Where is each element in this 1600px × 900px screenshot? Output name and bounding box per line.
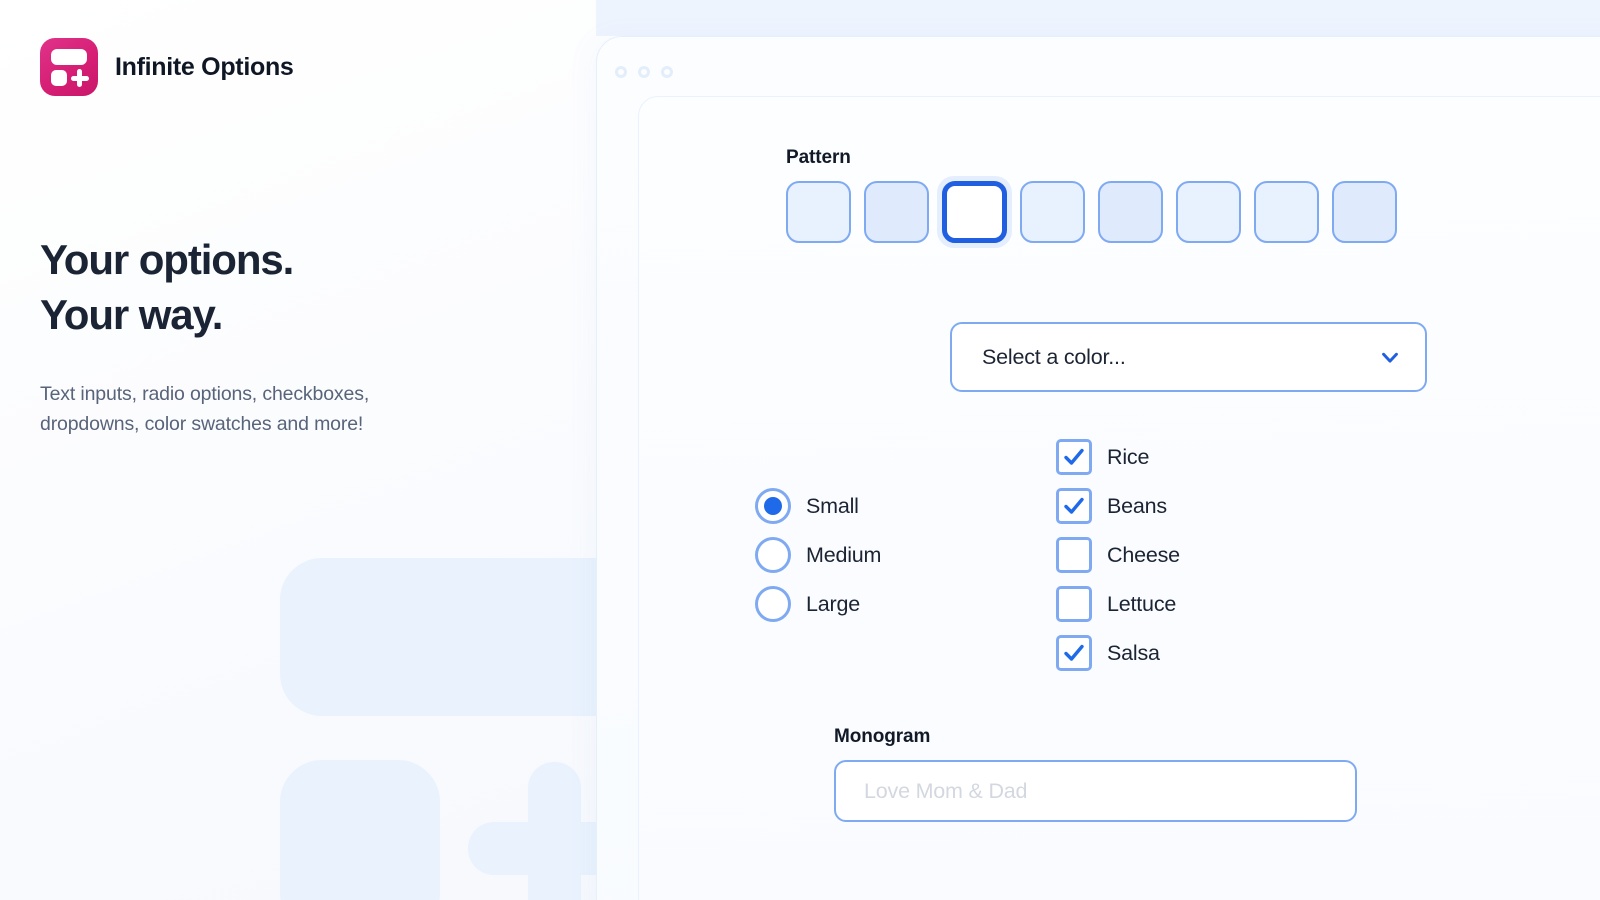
checkbox-salsa-label: Salsa	[1107, 640, 1160, 665]
pattern-swatch-6[interactable]	[1176, 181, 1241, 243]
radio-small-label: Small	[806, 493, 859, 518]
checkbox-salsa-input[interactable]	[1056, 635, 1092, 671]
monogram-label: Monogram	[834, 726, 931, 747]
logo-bar-shape	[51, 49, 87, 65]
page-root: Infinite Options Your options. Your way.…	[0, 0, 1600, 900]
hero-subcopy: Text inputs, radio options, checkboxes, …	[40, 380, 480, 439]
pattern-label: Pattern	[786, 147, 851, 168]
checkbox-rice-label: Rice	[1107, 444, 1150, 469]
options-form: Pattern Select a color... Small Medium L…	[596, 36, 1600, 900]
pattern-swatch-3-wrapper	[937, 176, 1012, 248]
infinite-options-logo-icon	[40, 38, 98, 96]
pattern-swatch-3-selected[interactable]	[942, 181, 1007, 243]
checkbox-option-beans[interactable]: Beans	[1056, 488, 1180, 524]
checkbox-rice-input[interactable]	[1056, 439, 1092, 475]
pattern-swatch-1[interactable]	[786, 181, 851, 243]
color-select-value: Select a color...	[982, 344, 1126, 369]
pattern-swatch-7[interactable]	[1254, 181, 1319, 243]
chevron-down-icon	[1379, 346, 1401, 368]
subcopy-line-2: dropdowns, color swatches and more!	[40, 412, 364, 435]
toppings-checkbox-group: Rice Beans Cheese Lettuce Salsa	[1056, 439, 1180, 671]
headline-line-1: Your options.	[40, 236, 294, 283]
pattern-swatch-5[interactable]	[1098, 181, 1163, 243]
subcopy-line-1: Text inputs, radio options, checkboxes,	[40, 383, 370, 405]
radio-medium-input[interactable]	[755, 537, 791, 573]
pattern-swatch-4[interactable]	[1020, 181, 1085, 243]
radio-option-small[interactable]: Small	[755, 488, 881, 524]
logo-square-shape	[51, 70, 67, 86]
checkbox-option-salsa[interactable]: Salsa	[1056, 635, 1180, 671]
checkbox-beans-input[interactable]	[1056, 488, 1092, 524]
radio-selected-dot	[764, 497, 782, 515]
checkbox-lettuce-label: Lettuce	[1107, 591, 1177, 616]
radio-option-large[interactable]: Large	[755, 586, 881, 622]
checkbox-option-rice[interactable]: Rice	[1056, 439, 1180, 475]
brand-name: Infinite Options	[115, 52, 294, 81]
checkbox-option-lettuce[interactable]: Lettuce	[1056, 586, 1180, 622]
hero-column: Infinite Options Your options. Your way.…	[0, 0, 600, 900]
checkbox-beans-label: Beans	[1107, 493, 1167, 518]
pattern-swatch-2[interactable]	[864, 181, 929, 243]
checkbox-option-cheese[interactable]: Cheese	[1056, 537, 1180, 573]
pattern-swatch-8[interactable]	[1332, 181, 1397, 243]
pattern-swatch-row	[786, 176, 1397, 248]
logo-plus-icon-horizontal	[70, 75, 89, 81]
checkmark-icon	[1064, 497, 1084, 514]
radio-large-label: Large	[806, 591, 860, 616]
radio-medium-label: Medium	[806, 542, 882, 567]
checkmark-icon	[1064, 644, 1084, 661]
brand-lockup: Infinite Options	[40, 38, 294, 96]
window-top-band	[596, 0, 1600, 36]
checkbox-lettuce-input[interactable]	[1056, 586, 1092, 622]
radio-small-input[interactable]	[755, 488, 791, 524]
radio-option-medium[interactable]: Medium	[755, 537, 881, 573]
monogram-input[interactable]	[834, 760, 1357, 822]
checkbox-cheese-input[interactable]	[1056, 537, 1092, 573]
checkmark-icon	[1064, 448, 1084, 465]
monogram-field-group: Monogram	[834, 726, 1357, 822]
radio-large-input[interactable]	[755, 586, 791, 622]
checkbox-cheese-label: Cheese	[1107, 542, 1180, 567]
headline-line-2: Your way.	[40, 291, 223, 339]
pattern-field-group: Pattern	[786, 147, 1397, 248]
color-select[interactable]: Select a color...	[950, 322, 1427, 392]
size-radio-group: Small Medium Large	[755, 488, 881, 622]
page-title: Your options. Your way.	[40, 232, 294, 343]
